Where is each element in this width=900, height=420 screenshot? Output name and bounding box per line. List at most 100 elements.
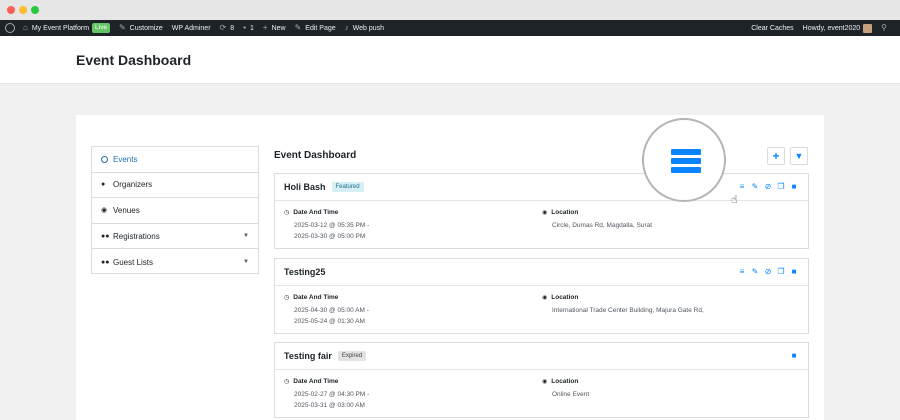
event-card-body: ◷ Date And Time 2025-03-12 @ 05:35 PM - 2… <box>275 201 808 248</box>
brush-icon: ✎ <box>118 23 126 32</box>
plus-icon: + <box>772 149 780 163</box>
admin-bar-customize[interactable]: ✎ Customize <box>119 24 163 32</box>
wp-adminer-label: WP Adminer <box>171 24 211 32</box>
cancel-icon[interactable]: ⊘ <box>764 182 772 191</box>
cancel-icon[interactable]: ⊘ <box>764 267 772 276</box>
event-name[interactable]: Testing25 <box>284 267 325 277</box>
admin-bar-updates[interactable]: ⟳ 8 <box>220 24 235 32</box>
event-location: Online Event <box>552 391 590 398</box>
event-actions: ≡ ✎ ⊘ ❐ ■ <box>733 267 798 276</box>
pencil-icon: ✎ <box>294 23 302 32</box>
trash-icon[interactable]: ■ <box>790 182 798 191</box>
admin-bar-new[interactable]: + New <box>263 24 286 32</box>
sidebar-item-organizers[interactable]: ● Organizers <box>92 173 258 199</box>
event-card-body: ◷ Date And Time 2025-02-27 @ 04:30 PM - 2… <box>275 370 808 417</box>
admin-bar-web-push[interactable]: ♪ Web push <box>345 24 384 32</box>
filter-icon: ▼ <box>794 151 804 161</box>
users-icon: ●● <box>101 232 110 240</box>
expired-badge: Expired <box>337 351 367 361</box>
live-badge: Live <box>92 23 110 33</box>
sidebar-item-guest-lists[interactable]: ●● Guest Lists ▼ <box>92 249 258 275</box>
event-card: Testing25 ≡ ✎ ⊘ ❐ ■ ◷ Date And Time 2025-… <box>274 258 809 334</box>
add-event-button[interactable]: + <box>767 147 785 165</box>
event-name[interactable]: Testing fair <box>284 351 332 361</box>
event-location: International Trade Center Building, Maj… <box>552 307 704 314</box>
map-pin-icon: ◉ <box>542 210 548 216</box>
user-icon: ● <box>101 181 106 189</box>
event-card-header: Testing fair Expired ■ <box>275 343 808 370</box>
event-start: 2025-04-30 @ 05:00 AM - <box>294 307 369 314</box>
duplicate-icon[interactable]: ❐ <box>777 267 785 276</box>
list-icon[interactable]: ≡ <box>738 182 746 191</box>
admin-bar: ⌂ My Event Platform Live ✎ Customize WP … <box>0 20 900 36</box>
event-card: Testing fair Expired ■ ◷ Date And Time 20… <box>274 342 809 418</box>
caret-down-icon: ▼ <box>243 259 249 266</box>
date-time-label: ◷ Date And Time <box>284 294 339 301</box>
browser-chrome <box>0 0 900 20</box>
page-title: Event Dashboard <box>76 52 192 68</box>
event-actions: ■ <box>785 351 798 360</box>
edit-icon[interactable]: ✎ <box>751 182 759 191</box>
sidebar-item-label: Events <box>113 154 138 164</box>
event-end: 2025-03-31 @ 03:00 AM <box>294 402 365 409</box>
event-card-header: Holi Bash Featured ≡ ✎ ⊘ ❐ ■ <box>275 174 808 201</box>
search-icon: ⚲ <box>881 23 887 32</box>
caret-down-icon: ▼ <box>243 233 249 240</box>
content-title: Event Dashboard <box>274 150 357 161</box>
admin-bar-site[interactable]: ⌂ My Event Platform Live <box>23 23 110 33</box>
trash-icon[interactable]: ■ <box>790 267 798 276</box>
plus-icon: + <box>262 23 268 32</box>
location-label: ◉ Location <box>542 294 579 301</box>
date-time-label: ◷ Date And Time <box>284 209 339 216</box>
filter-button[interactable]: ▼ <box>790 147 808 165</box>
map-pin-icon: ◉ <box>542 379 548 385</box>
event-name[interactable]: Holi Bash <box>284 182 326 192</box>
admin-bar-clear-caches[interactable]: Clear Caches <box>751 25 793 32</box>
clock-icon: ◷ <box>284 379 290 385</box>
admin-bar-wp-adminer[interactable]: WP Adminer <box>172 25 211 32</box>
sidebar-item-venues[interactable]: ◉ Venues <box>92 198 258 224</box>
page-header: Event Dashboard <box>0 36 900 84</box>
date-time-label: ◷ Date And Time <box>284 378 339 385</box>
new-label: New <box>271 24 286 32</box>
window-minimize-dot[interactable] <box>19 6 27 14</box>
event-end: 2025-05-24 @ 01:30 AM <box>294 318 365 325</box>
howdy-label: Howdy, event2020 <box>802 24 861 32</box>
list-icon[interactable]: ≡ <box>738 267 746 276</box>
event-end: 2025-03-30 @ 05:00 PM <box>294 233 366 240</box>
sidebar-item-label: Organizers <box>113 180 153 190</box>
sidebar-item-label: Guest Lists <box>113 257 154 267</box>
customize-label: Customize <box>129 24 163 32</box>
clear-caches-label: Clear Caches <box>751 24 794 32</box>
web-push-label: Web push <box>352 24 385 32</box>
admin-bar-search[interactable]: ⚲ <box>881 24 891 32</box>
avatar <box>863 23 873 33</box>
window-close-dot[interactable] <box>7 6 15 14</box>
event-location: Circle, Dumas Rd, Magdalla, Surat <box>552 222 653 229</box>
duplicate-icon[interactable]: ❐ <box>777 182 785 191</box>
window-maximize-dot[interactable] <box>31 6 39 14</box>
home-icon: ⌂ <box>23 23 28 32</box>
hand-cursor-icon: ☝ <box>731 194 738 206</box>
event-start: 2025-02-27 @ 04:30 PM - <box>294 391 370 398</box>
sidebar-item-label: Registrations <box>113 231 160 241</box>
comment-icon: ▪ <box>243 23 246 32</box>
trash-icon[interactable]: ■ <box>790 351 798 360</box>
wordpress-logo-icon[interactable] <box>5 23 15 33</box>
sidebar-item-events[interactable]: Events <box>92 147 258 173</box>
location-label: ◉ Location <box>542 209 579 216</box>
site-name: My Event Platform <box>31 24 90 32</box>
bell-icon: ♪ <box>344 23 349 32</box>
dashboard-sidebar: Events ● Organizers ◉ Venues ●● Registra… <box>91 146 259 274</box>
admin-bar-account[interactable]: Howdy, event2020 <box>802 23 873 33</box>
info-circle-icon <box>101 155 108 163</box>
event-card-header: Testing25 ≡ ✎ ⊘ ❐ ■ <box>275 259 808 286</box>
admin-bar-edit-page[interactable]: ✎ Edit Page <box>295 24 336 32</box>
clock-icon: ◷ <box>284 210 290 216</box>
event-card: Holi Bash Featured ≡ ✎ ⊘ ❐ ■ ◷ Date And T… <box>274 173 809 249</box>
sidebar-item-registrations[interactable]: ●● Registrations ▼ <box>92 224 258 250</box>
edit-icon[interactable]: ✎ <box>751 267 759 276</box>
comments-count: 1 <box>249 24 254 32</box>
updates-icon: ⟳ <box>219 23 227 32</box>
admin-bar-comments[interactable]: ▪ 1 <box>243 24 254 32</box>
